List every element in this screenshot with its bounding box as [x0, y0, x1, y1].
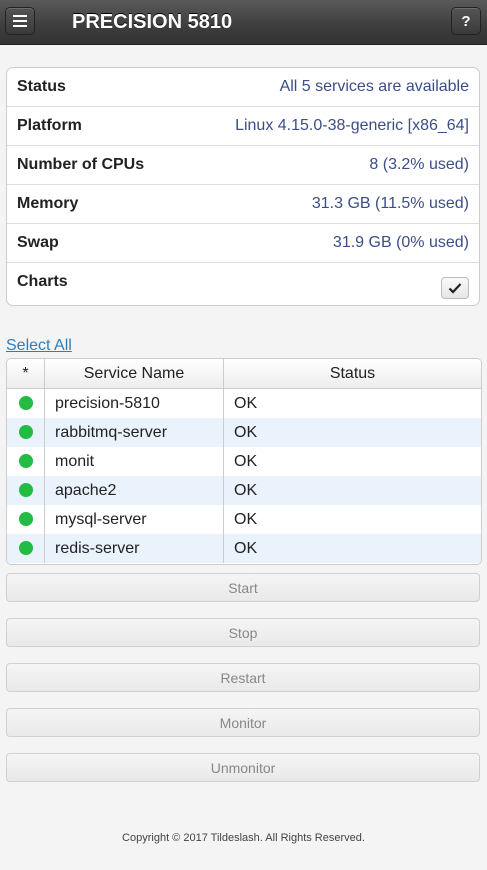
- info-row-memory: Memory 31.3 GB (11.5% used): [7, 185, 479, 224]
- start-button[interactable]: Start: [6, 573, 480, 602]
- footer-copyright: Copyright © 2017 Tildeslash. All Rights …: [122, 832, 365, 844]
- column-header-select[interactable]: *: [7, 359, 45, 389]
- help-button[interactable]: ?: [451, 7, 481, 35]
- status-dot-icon: [18, 396, 33, 411]
- table-row[interactable]: redis-server OK: [7, 534, 481, 563]
- stop-button[interactable]: Stop: [6, 618, 480, 647]
- service-name: rabbitmq-server: [44, 418, 224, 447]
- info-value: Linux 4.15.0-38-generic [x86_64]: [235, 117, 469, 134]
- service-status: OK: [234, 452, 258, 470]
- service-status: OK: [234, 510, 258, 528]
- service-status: OK: [234, 394, 258, 412]
- system-info-panel: Status All 5 services are available Plat…: [6, 67, 480, 306]
- hamburger-icon-line: [13, 20, 27, 22]
- info-label: Number of CPUs: [17, 156, 145, 173]
- select-all-link[interactable]: Select All: [6, 337, 72, 355]
- charts-checkbox[interactable]: [441, 277, 469, 299]
- monitor-button[interactable]: Monitor: [6, 708, 480, 737]
- service-status: OK: [223, 476, 481, 505]
- unmonitor-button[interactable]: Unmonitor: [6, 753, 480, 782]
- info-value: All 5 services are available: [279, 78, 469, 95]
- service-name: monit: [44, 447, 224, 476]
- menu-button[interactable]: [5, 7, 35, 35]
- info-value: 31.3 GB (11.5% used): [311, 195, 469, 212]
- table-row[interactable]: precision-5810 OK: [7, 388, 481, 418]
- table-row[interactable]: apache2 OK: [7, 476, 481, 505]
- info-value: 31.9 GB (0% used): [332, 234, 469, 251]
- top-bar: PRECISION 5810 ?: [0, 0, 487, 45]
- info-row-status: Status All 5 services are available: [7, 68, 479, 107]
- hamburger-icon-line: [13, 15, 27, 17]
- info-label: Charts: [17, 273, 68, 290]
- service-name: mysql-server: [44, 505, 224, 534]
- info-label: Memory: [17, 195, 79, 212]
- page-title: PRECISION 5810: [72, 11, 233, 33]
- hamburger-icon-line: [13, 25, 27, 27]
- table-row[interactable]: mysql-server OK: [7, 505, 481, 534]
- info-label: Status: [17, 78, 66, 95]
- info-row-platform: Platform Linux 4.15.0-38-generic [x86_64…: [7, 107, 479, 146]
- status-dot-icon: [18, 512, 33, 527]
- restart-button[interactable]: Restart: [6, 663, 480, 692]
- service-status: OK: [223, 418, 481, 447]
- status-dot-icon: [18, 454, 33, 469]
- service-status: OK: [223, 534, 481, 563]
- info-label: Platform: [17, 117, 82, 134]
- status-dot-icon: [18, 425, 33, 440]
- info-label: Swap: [17, 234, 59, 251]
- service-name: redis-server: [44, 534, 224, 563]
- info-row-cpus: Number of CPUs 8 (3.2% used): [7, 146, 479, 185]
- status-dot-icon: [18, 541, 33, 556]
- services-table: * Service Name Status precision-5810 OK …: [6, 358, 482, 565]
- info-row-charts: Charts: [7, 263, 479, 305]
- info-value: 8 (3.2% used): [369, 156, 469, 173]
- checkmark-icon: [448, 283, 462, 294]
- service-name: precision-5810: [44, 388, 224, 418]
- table-row[interactable]: monit OK: [7, 447, 481, 476]
- column-header-status[interactable]: Status: [223, 359, 481, 389]
- service-name: apache2: [44, 476, 224, 505]
- column-header-service-name[interactable]: Service Name: [44, 359, 224, 389]
- info-row-swap: Swap 31.9 GB (0% used): [7, 224, 479, 263]
- status-dot-icon: [18, 483, 33, 498]
- table-row[interactable]: rabbitmq-server OK: [7, 418, 481, 447]
